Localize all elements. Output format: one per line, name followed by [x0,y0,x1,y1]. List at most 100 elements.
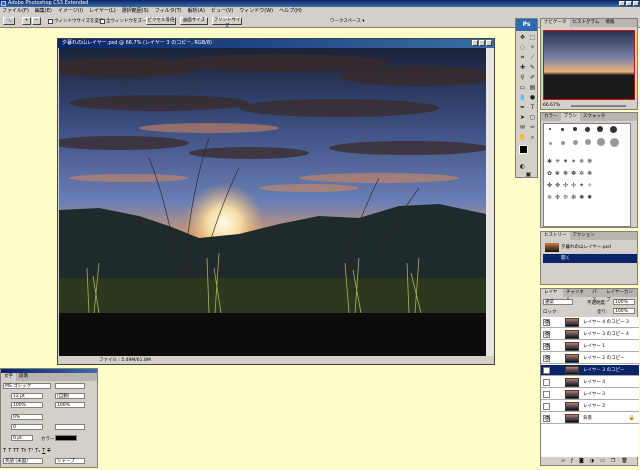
visibility-eye-icon[interactable]: 👁 [543,331,550,338]
font-size-field[interactable]: 12 pt [11,393,43,399]
brush-preset[interactable] [561,128,564,131]
superscript-button[interactable]: T¹ [28,448,33,454]
fill-field[interactable]: 100% [613,308,635,314]
brush-preset[interactable] [585,127,590,132]
faux-bold-button[interactable]: T [3,448,6,454]
doc-close-button[interactable] [486,40,492,46]
menu-view[interactable]: ビュー(V) [211,7,233,15]
delete-layer-icon[interactable]: 🗑 [621,457,627,466]
underline-button[interactable]: T [42,448,45,454]
menu-file[interactable]: ファイル(F) [2,7,29,15]
brush-preset[interactable] [610,138,619,147]
menu-window[interactable]: ウィンドウ(W) [239,7,273,15]
tab-brushes[interactable]: ブラシ [560,113,580,121]
tab-actions[interactable]: アクション [570,232,598,240]
menu-analysis[interactable]: 解析(A) [188,7,205,15]
menu-help[interactable]: ヘルプ(H) [279,7,302,15]
text-color-swatch[interactable] [55,435,77,441]
brush-tool-icon[interactable]: ✎ [528,63,537,72]
visibility-eye-icon[interactable]: 👁 [543,343,550,350]
workspace-menu[interactable]: ワークスペース ▾ [330,18,365,24]
zoom-in-button[interactable]: + [22,17,31,25]
layer-row[interactable]: 👁 レイヤー 2 [541,401,639,412]
tab-channels[interactable]: チャンネル [563,289,589,303]
doc-maximize-button[interactable] [479,40,485,46]
lasso-tool-icon[interactable]: ◌ [518,43,527,52]
crop-tool-icon[interactable]: ⌗ [518,53,527,62]
clone-stamp-icon[interactable]: ⚲ [518,73,527,82]
history-state-open[interactable]: 開く [543,254,637,263]
layer-row[interactable]: 👁 レイヤー 3 のコピー 4 [541,329,639,340]
type-tool-icon[interactable]: T [528,103,537,112]
menu-layer[interactable]: レイヤー(L) [89,7,116,15]
tab-info[interactable]: 情報 [602,19,617,27]
blur-tool-icon[interactable]: 💧 [518,93,527,102]
visibility-eye-icon[interactable]: 👁 [543,379,550,386]
tab-navigator[interactable]: ナビゲータ [541,19,570,27]
path-selection-icon[interactable]: ➤ [518,113,527,122]
tab-layer-comps[interactable]: レイヤーカンプ [603,289,637,303]
history-brush-icon[interactable]: ✐ [528,73,537,82]
print-size-button[interactable]: プリントサイズ [212,17,242,29]
language-select[interactable]: 英語 (米国) [3,458,43,464]
brush-preset[interactable] [549,128,551,130]
font-style-select[interactable] [55,383,85,389]
brush-preset[interactable] [610,126,617,133]
visibility-eye-icon[interactable]: 👁 [543,355,550,362]
link-layers-icon[interactable]: ∞ [561,457,565,466]
tab-paragraph[interactable]: 段落 [16,373,31,381]
history-snapshot[interactable]: 夕暮れの山レイヤー.psd [543,242,637,253]
healing-brush-icon[interactable]: ✚ [518,63,527,72]
strikethrough-button[interactable]: T [47,448,50,454]
maximize-button[interactable] [626,1,632,6]
all-caps-button[interactable]: TT [13,448,19,454]
navigator-zoom[interactable]: 66.67% [543,103,560,108]
zoom-tool-icon[interactable]: ⌕ [528,133,537,142]
notes-tool-icon[interactable]: ✉ [518,123,527,132]
navigator-thumbnail[interactable] [543,30,635,100]
actual-pixels-button[interactable]: ピクセル等倍 [146,17,176,25]
doc-minimize-button[interactable] [472,40,478,46]
pen-tool-icon[interactable]: ✒ [518,103,527,112]
new-layer-icon[interactable]: ❐ [611,457,615,466]
fit-screen-button[interactable]: 画面サイズ [180,17,208,25]
tracking-amount-field[interactable] [55,424,85,430]
vertical-scrollbar[interactable] [486,48,494,356]
brush-preset[interactable] [573,127,577,131]
gradient-tool-icon[interactable]: ▤ [528,83,537,92]
slice-tool-icon[interactable]: ⟋ [528,53,537,62]
navigator-zoom-slider[interactable] [571,105,626,107]
layer-row[interactable]: 👁 レイヤー 4 [541,377,639,388]
anti-alias-select[interactable]: シャープ [55,458,85,464]
visibility-eye-icon[interactable]: 👁 [543,391,550,398]
layer-style-icon[interactable]: ƒ [571,457,573,466]
subscript-button[interactable]: T₁ [35,448,40,454]
tab-histogram[interactable]: ヒストグラム [570,19,603,27]
brush-preset-grid[interactable]: ✱✳✷✶✵❋ ✿❀✾✽✼❃ ✤✥✣✢✦✧ ❈❉❊❇✺✹ [543,123,631,227]
layer-row[interactable]: 👁 レイヤー 2 のコピー [541,353,639,364]
visibility-eye-icon[interactable]: 👁 [543,415,550,422]
baseline-shift-field[interactable]: 0 pt [11,435,33,441]
marquee-tool-icon[interactable]: ⬚ [528,33,537,42]
dodge-tool-icon[interactable]: ● [528,93,537,102]
horizontal-scale-field[interactable]: 100% [55,402,85,408]
faux-italic-button[interactable]: T [8,448,11,454]
blend-mode-select[interactable]: 通常 [543,299,573,305]
brush-preset[interactable] [585,139,591,145]
brush-preset-shapes[interactable]: ✱✳✷✶✵❋ ✿❀✾✽✼❃ ✤✥✣✢✦✧ ❈❉❊❇✺✹ [547,156,627,226]
tab-character[interactable]: 文字 [1,373,16,381]
eraser-tool-icon[interactable]: ▭ [518,83,527,92]
close-button[interactable] [633,1,639,6]
brush-preset[interactable] [549,142,552,145]
foreground-color-swatch[interactable] [519,145,528,154]
brush-preset[interactable] [597,126,603,132]
visibility-eye-icon[interactable]: 👁 [543,367,550,374]
layer-row[interactable]: 👁 レイヤー 3 [541,389,639,400]
menu-filter[interactable]: フィルタ(T) [155,7,182,15]
zoom-out-button[interactable]: − [32,17,41,25]
magic-wand-tool-icon[interactable]: ✧ [528,43,537,52]
tab-swatches[interactable]: スウォッチ [580,113,609,121]
brush-preset[interactable] [597,138,605,146]
move-tool-icon[interactable]: ✥ [518,33,527,42]
layer-row[interactable]: 👁 レイヤー 4 のコピー 3 [541,317,639,328]
